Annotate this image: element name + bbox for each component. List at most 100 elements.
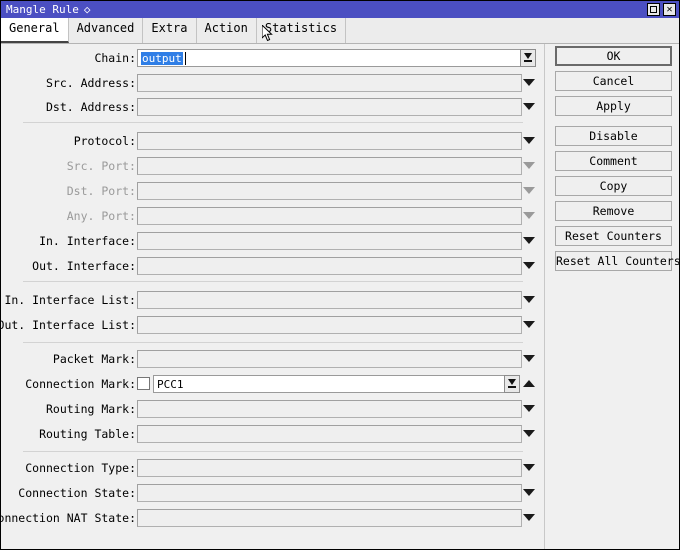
label-dst-address: Dst. Address: bbox=[45, 100, 136, 114]
mangle-rule-dialog: Mangle Rule ◇ ✕ General Advanced Extra A… bbox=[0, 0, 680, 550]
window-title: Mangle Rule bbox=[6, 3, 79, 16]
chevron-down-icon-routing-mark[interactable] bbox=[523, 405, 535, 412]
label-out-interface-list: Out. Interface List: bbox=[0, 318, 136, 332]
field-row-connection-state: Connection State: bbox=[1, 484, 545, 504]
chevron-down-icon-routing-table[interactable] bbox=[523, 430, 535, 437]
input-protocol[interactable] bbox=[137, 132, 522, 150]
label-chain: Chain: bbox=[94, 51, 136, 65]
close-icon[interactable]: ✕ bbox=[663, 3, 676, 16]
field-row-packet-mark: Packet Mark: bbox=[1, 350, 545, 370]
chevron-down-icon-connection-state[interactable] bbox=[523, 489, 535, 496]
chevron-down-icon-in-interface[interactable] bbox=[523, 237, 535, 244]
remove-button[interactable]: Remove bbox=[555, 201, 672, 221]
field-row-connection-nat-state: Connection NAT State: bbox=[1, 509, 545, 529]
checkbox-connection-mark-negate[interactable] bbox=[137, 377, 150, 390]
comment-button[interactable]: Comment bbox=[555, 151, 672, 171]
separator-1 bbox=[23, 122, 523, 123]
apply-button[interactable]: Apply bbox=[555, 96, 672, 116]
tab-extra[interactable]: Extra bbox=[143, 18, 197, 43]
maximize-icon[interactable] bbox=[647, 3, 660, 16]
separator-2 bbox=[23, 281, 523, 282]
field-row-protocol: Protocol: bbox=[1, 132, 545, 152]
field-row-dst-address: Dst. Address: bbox=[1, 98, 545, 118]
field-row-src-port: Src. Port: bbox=[1, 157, 545, 177]
dropdown-chain[interactable] bbox=[520, 49, 536, 67]
field-row-routing-table: Routing Table: bbox=[1, 425, 545, 445]
separator-3 bbox=[23, 342, 523, 343]
diamond-icon: ◇ bbox=[83, 3, 91, 16]
input-any-port[interactable] bbox=[137, 207, 522, 225]
chevron-down-icon-out-interface[interactable] bbox=[523, 262, 535, 269]
input-routing-table[interactable] bbox=[137, 425, 522, 443]
input-packet-mark[interactable] bbox=[137, 350, 522, 368]
input-connection-mark[interactable]: PCC1 bbox=[153, 375, 505, 393]
general-form-pane: Chain: output Src. Address: Dst. Address… bbox=[1, 44, 545, 549]
text-caret bbox=[185, 52, 186, 65]
ok-button[interactable]: OK bbox=[555, 46, 672, 66]
field-row-connection-type: Connection Type: bbox=[1, 459, 545, 479]
close-glyph: ✕ bbox=[666, 3, 673, 15]
title-bar[interactable]: Mangle Rule ◇ ✕ bbox=[1, 1, 679, 18]
field-row-in-interface: In. Interface: bbox=[1, 232, 545, 252]
input-src-port[interactable] bbox=[137, 157, 522, 175]
chevron-down-icon-in-interface-list[interactable] bbox=[523, 296, 535, 303]
field-row-any-port: Any. Port: bbox=[1, 207, 545, 227]
chevron-down-icon-any-port[interactable] bbox=[523, 212, 535, 219]
label-src-port: Src. Port: bbox=[66, 159, 136, 173]
tab-advanced[interactable]: Advanced bbox=[69, 18, 144, 43]
tab-bar: General Advanced Extra Action Statistics bbox=[1, 18, 679, 44]
copy-button[interactable]: Copy bbox=[555, 176, 672, 196]
label-connection-nat-state: Connection NAT State: bbox=[0, 511, 136, 525]
input-out-interface-list[interactable] bbox=[137, 316, 522, 334]
input-out-interface[interactable] bbox=[137, 257, 522, 275]
label-routing-table: Routing Table: bbox=[39, 427, 136, 441]
input-src-address[interactable] bbox=[137, 74, 522, 92]
label-protocol: Protocol: bbox=[73, 134, 136, 148]
chevron-down-icon-src-address[interactable] bbox=[523, 79, 535, 86]
chevron-down-icon-dst-address[interactable] bbox=[523, 103, 535, 110]
chevron-down-icon-dst-port[interactable] bbox=[523, 187, 535, 194]
tab-statistics[interactable]: Statistics bbox=[257, 18, 347, 43]
dropdown-connection-mark[interactable] bbox=[504, 375, 520, 393]
input-dst-port[interactable] bbox=[137, 182, 522, 200]
tab-general[interactable]: General bbox=[1, 18, 69, 43]
input-chain[interactable]: output bbox=[137, 49, 522, 67]
chevron-down-icon-connection-nat-state[interactable] bbox=[523, 514, 535, 521]
input-routing-mark[interactable] bbox=[137, 400, 522, 418]
label-in-interface: In. Interface: bbox=[39, 234, 136, 248]
chevron-up-icon-connection-mark[interactable] bbox=[523, 380, 535, 387]
input-connection-type[interactable] bbox=[137, 459, 522, 477]
field-row-dst-port: Dst. Port: bbox=[1, 182, 545, 202]
input-connection-mark-value: PCC1 bbox=[157, 378, 184, 391]
chevron-down-icon-protocol[interactable] bbox=[523, 137, 535, 144]
input-chain-value: output bbox=[141, 52, 183, 65]
disable-button[interactable]: Disable bbox=[555, 126, 672, 146]
label-src-address: Src. Address: bbox=[45, 76, 136, 90]
field-row-in-interface-list: In. Interface List: bbox=[1, 291, 545, 311]
tab-action[interactable]: Action bbox=[197, 18, 257, 43]
separator-4 bbox=[23, 451, 523, 452]
maximize-glyph bbox=[650, 6, 657, 13]
input-connection-nat-state[interactable] bbox=[137, 509, 522, 527]
field-row-connection-mark: Connection Mark: PCC1 bbox=[1, 375, 545, 395]
cancel-button[interactable]: Cancel bbox=[555, 71, 672, 91]
field-row-out-interface: Out. Interface: bbox=[1, 257, 545, 277]
chevron-down-icon-connection-type[interactable] bbox=[523, 464, 535, 471]
input-in-interface[interactable] bbox=[137, 232, 522, 250]
input-connection-state[interactable] bbox=[137, 484, 522, 502]
input-in-interface-list[interactable] bbox=[137, 291, 522, 309]
label-connection-type: Connection Type: bbox=[25, 461, 136, 475]
label-out-interface: Out. Interface: bbox=[32, 259, 136, 273]
label-connection-mark: Connection Mark: bbox=[25, 377, 136, 391]
input-dst-address[interactable] bbox=[137, 98, 522, 116]
chevron-down-icon-out-interface-list[interactable] bbox=[523, 321, 535, 328]
label-routing-mark: Routing Mark: bbox=[45, 402, 136, 416]
reset-counters-button[interactable]: Reset Counters bbox=[555, 226, 672, 246]
field-row-src-address: Src. Address: bbox=[1, 74, 545, 94]
window-controls: ✕ bbox=[647, 3, 676, 16]
chevron-down-icon-packet-mark[interactable] bbox=[523, 355, 535, 362]
label-packet-mark: Packet Mark: bbox=[52, 352, 136, 366]
reset-all-counters-button[interactable]: Reset All Counters bbox=[555, 251, 679, 271]
action-button-pane: OK Cancel Apply Disable Comment Copy Rem… bbox=[546, 44, 679, 549]
chevron-down-icon-src-port[interactable] bbox=[523, 162, 535, 169]
